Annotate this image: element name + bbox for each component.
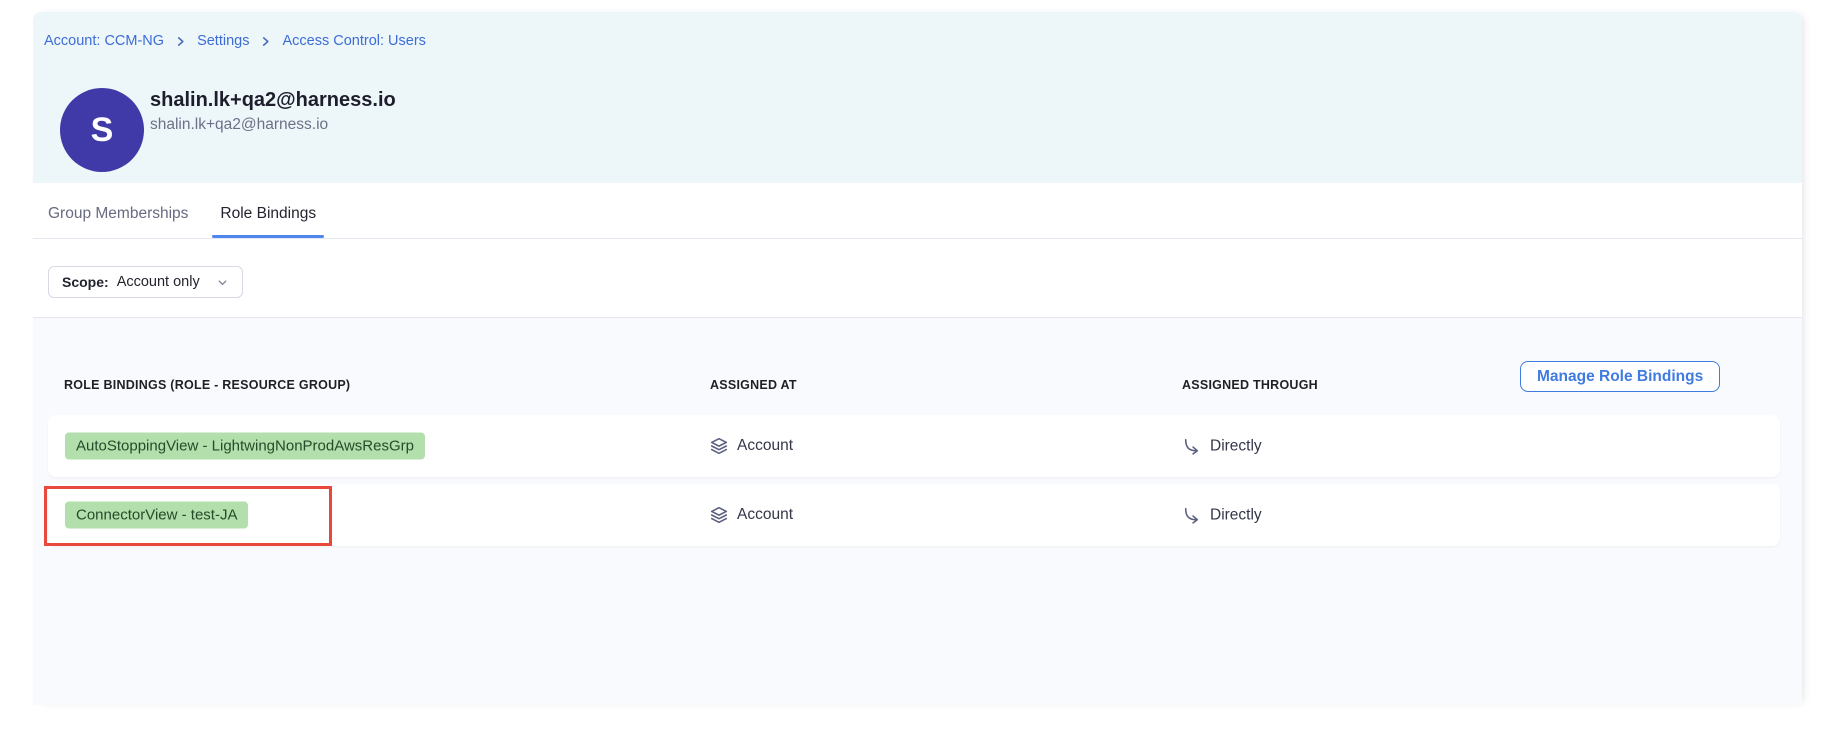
column-header-assigned-through: ASSIGNED THROUGH — [1182, 378, 1318, 392]
role-bindings-section: ROLE BINDINGS (ROLE - RESOURCE GROUP) AS… — [33, 318, 1802, 705]
tab-group-memberships[interactable]: Group Memberships — [40, 205, 196, 238]
assigned-at-value: Account — [737, 506, 793, 524]
chevron-right-icon — [260, 36, 271, 47]
breadcrumb-settings-link[interactable]: Settings — [197, 33, 249, 49]
page-title: shalin.lk+qa2@harness.io — [150, 89, 396, 112]
table-row: AutoStoppingView - LightwingNonProdAwsRe… — [48, 415, 1780, 477]
user-email: shalin.lk+qa2@harness.io — [150, 116, 328, 134]
avatar: S — [60, 88, 144, 172]
scope-dropdown[interactable]: Scope: Account only — [48, 266, 243, 298]
chevron-right-icon — [175, 36, 186, 47]
scope-dropdown-value: Account only — [117, 274, 200, 290]
filter-bar: Scope: Account only — [33, 240, 1802, 318]
layers-icon — [710, 506, 728, 524]
breadcrumb: Account: CCM-NG Settings Access Control:… — [44, 33, 426, 49]
tabs-bar: Group Memberships Role Bindings — [33, 183, 1802, 239]
table-row: ConnectorView - test-JA Account — [48, 484, 1780, 546]
scope-dropdown-label: Scope: — [62, 274, 109, 290]
manage-role-bindings-button[interactable]: Manage Role Bindings — [1520, 361, 1720, 392]
branch-arrow-icon — [1182, 437, 1201, 456]
main-panel: Account: CCM-NG Settings Access Control:… — [33, 12, 1802, 705]
assigned-through-value: Directly — [1210, 506, 1262, 524]
role-binding-badge: ConnectorView - test-JA — [65, 502, 248, 529]
column-header-assigned-at: ASSIGNED AT — [710, 378, 797, 392]
assigned-at-value: Account — [737, 437, 793, 455]
page: Account: CCM-NG Settings Access Control:… — [0, 0, 1822, 736]
avatar-initial: S — [91, 111, 114, 150]
breadcrumb-access-control-link[interactable]: Access Control: Users — [282, 33, 425, 49]
tab-role-bindings[interactable]: Role Bindings — [212, 205, 324, 238]
branch-arrow-icon — [1182, 506, 1201, 525]
user-header-band: Account: CCM-NG Settings Access Control:… — [33, 12, 1802, 183]
column-header-role-bindings: ROLE BINDINGS (ROLE - RESOURCE GROUP) — [64, 378, 350, 392]
breadcrumb-account-link[interactable]: Account: CCM-NG — [44, 33, 164, 49]
assigned-through-value: Directly — [1210, 437, 1262, 455]
layers-icon — [710, 437, 728, 455]
chevron-down-icon — [216, 276, 229, 289]
role-binding-badge: AutoStoppingView - LightwingNonProdAwsRe… — [65, 433, 425, 460]
